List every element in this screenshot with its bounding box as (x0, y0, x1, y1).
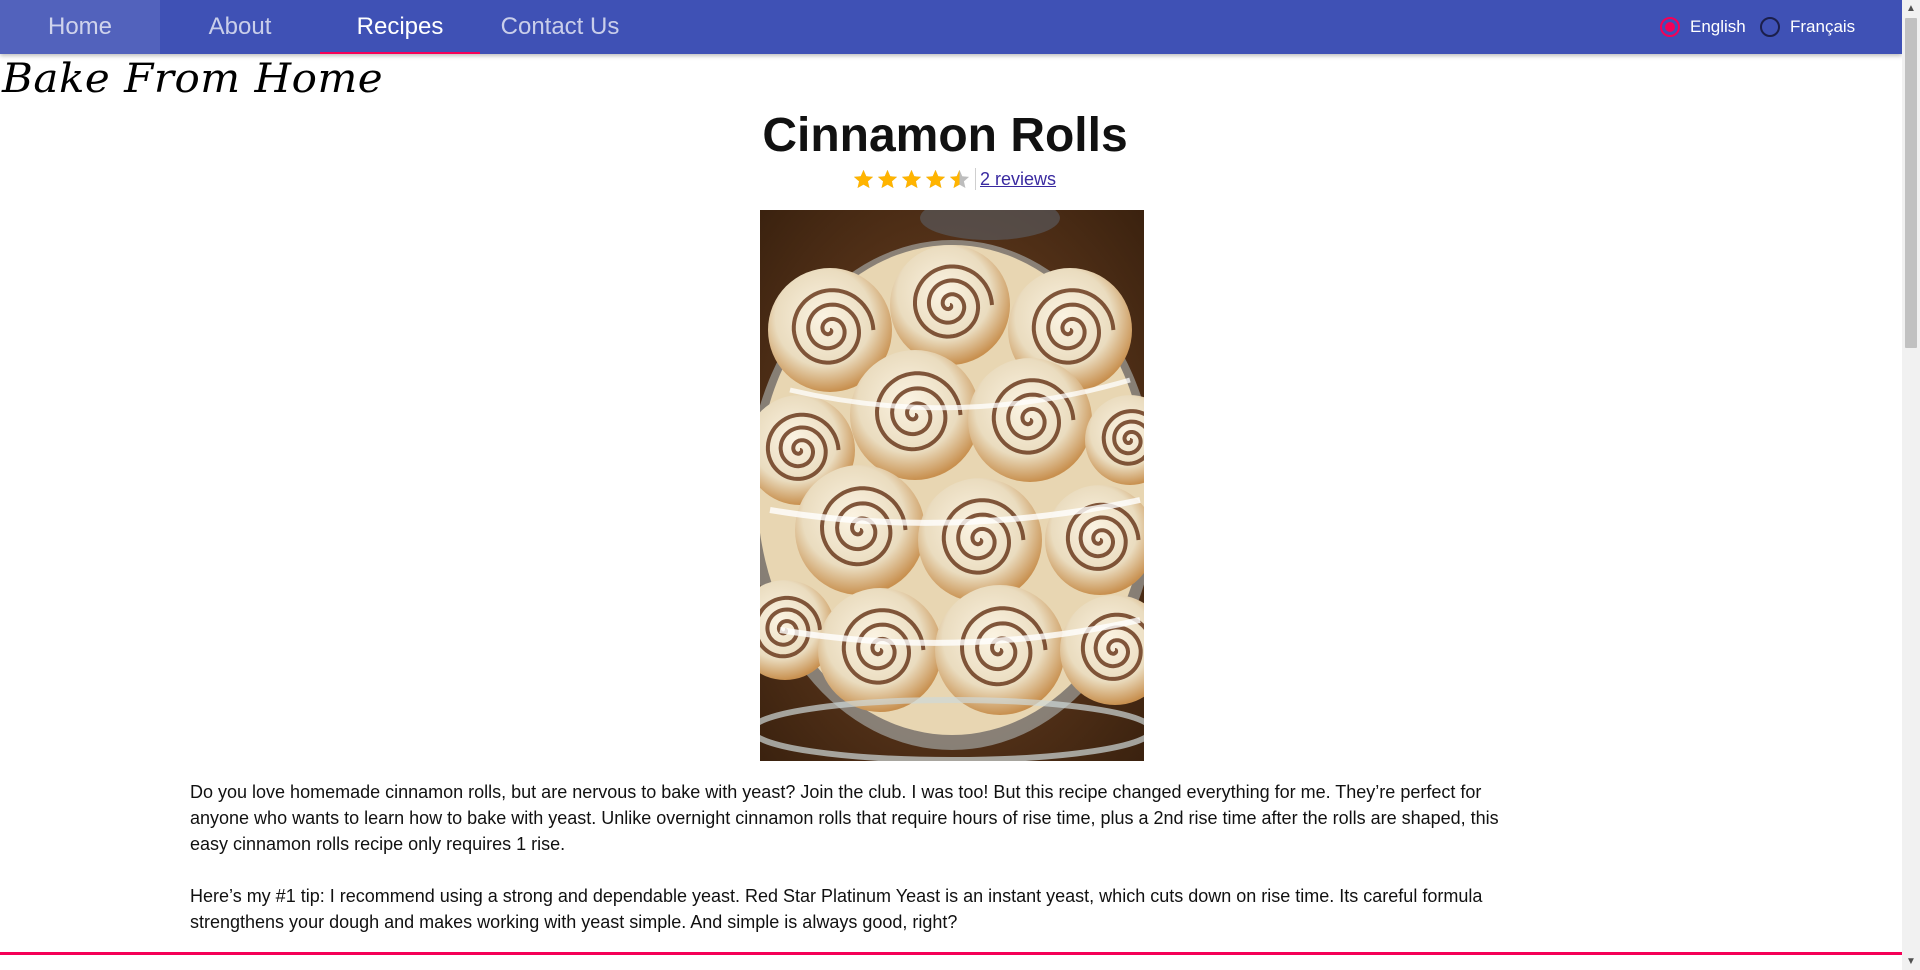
reviews-link[interactable]: 2 reviews (980, 169, 1056, 190)
cinnamon-rolls-image (760, 210, 1144, 761)
nav-contact-us-label: Contact Us (500, 13, 620, 40)
nav-home-label: Home (47, 13, 113, 40)
scroll-up-arrow-icon[interactable]: ▲ (1902, 0, 1920, 17)
star-icon (948, 168, 971, 191)
rating-divider (975, 168, 976, 190)
language-english-option[interactable]: English (1660, 0, 1746, 54)
nav-home[interactable]: Home (0, 0, 160, 54)
scroll-down-arrow-icon[interactable]: ▼ (1902, 953, 1920, 970)
nav-about-label: About (208, 13, 272, 40)
radio-checked-icon[interactable] (1660, 17, 1680, 37)
nav-recipes-label: Recipes (356, 13, 444, 40)
star-icon (900, 168, 923, 191)
language-french-label: Français (1790, 17, 1856, 36)
language-english-label: English (1690, 17, 1746, 36)
vertical-scrollbar[interactable]: ▲ ▼ (1902, 0, 1920, 970)
nav-about[interactable]: About (160, 0, 320, 54)
recipe-title: Cinnamon Rolls (762, 109, 1128, 162)
star-icon (924, 168, 947, 191)
star-icon (876, 168, 899, 191)
star-icon (852, 168, 875, 191)
radio-unchecked-icon[interactable] (1760, 17, 1780, 37)
recipe-photo (760, 210, 1144, 761)
rating-row: 2 reviews (852, 165, 1056, 193)
recipe-tip-paragraph: Here’s my #1 tip: I recommend using a st… (190, 886, 1483, 932)
brand-logo[interactable]: Bake From Home (2, 56, 383, 102)
scrollbar-thumb[interactable] (1905, 18, 1917, 348)
nav-recipes[interactable]: Recipes (320, 0, 480, 54)
active-tab-indicator (320, 52, 480, 54)
nav-contact-us[interactable]: Contact Us (480, 0, 640, 54)
top-navbar: Home About Recipes Contact Us English Fr… (0, 0, 1902, 54)
language-french-option[interactable]: Français (1760, 0, 1855, 54)
recipe-intro-paragraph: Do you love homemade cinnamon rolls, but… (190, 782, 1499, 854)
bottom-strip (0, 955, 1902, 970)
star-rating (852, 168, 972, 191)
